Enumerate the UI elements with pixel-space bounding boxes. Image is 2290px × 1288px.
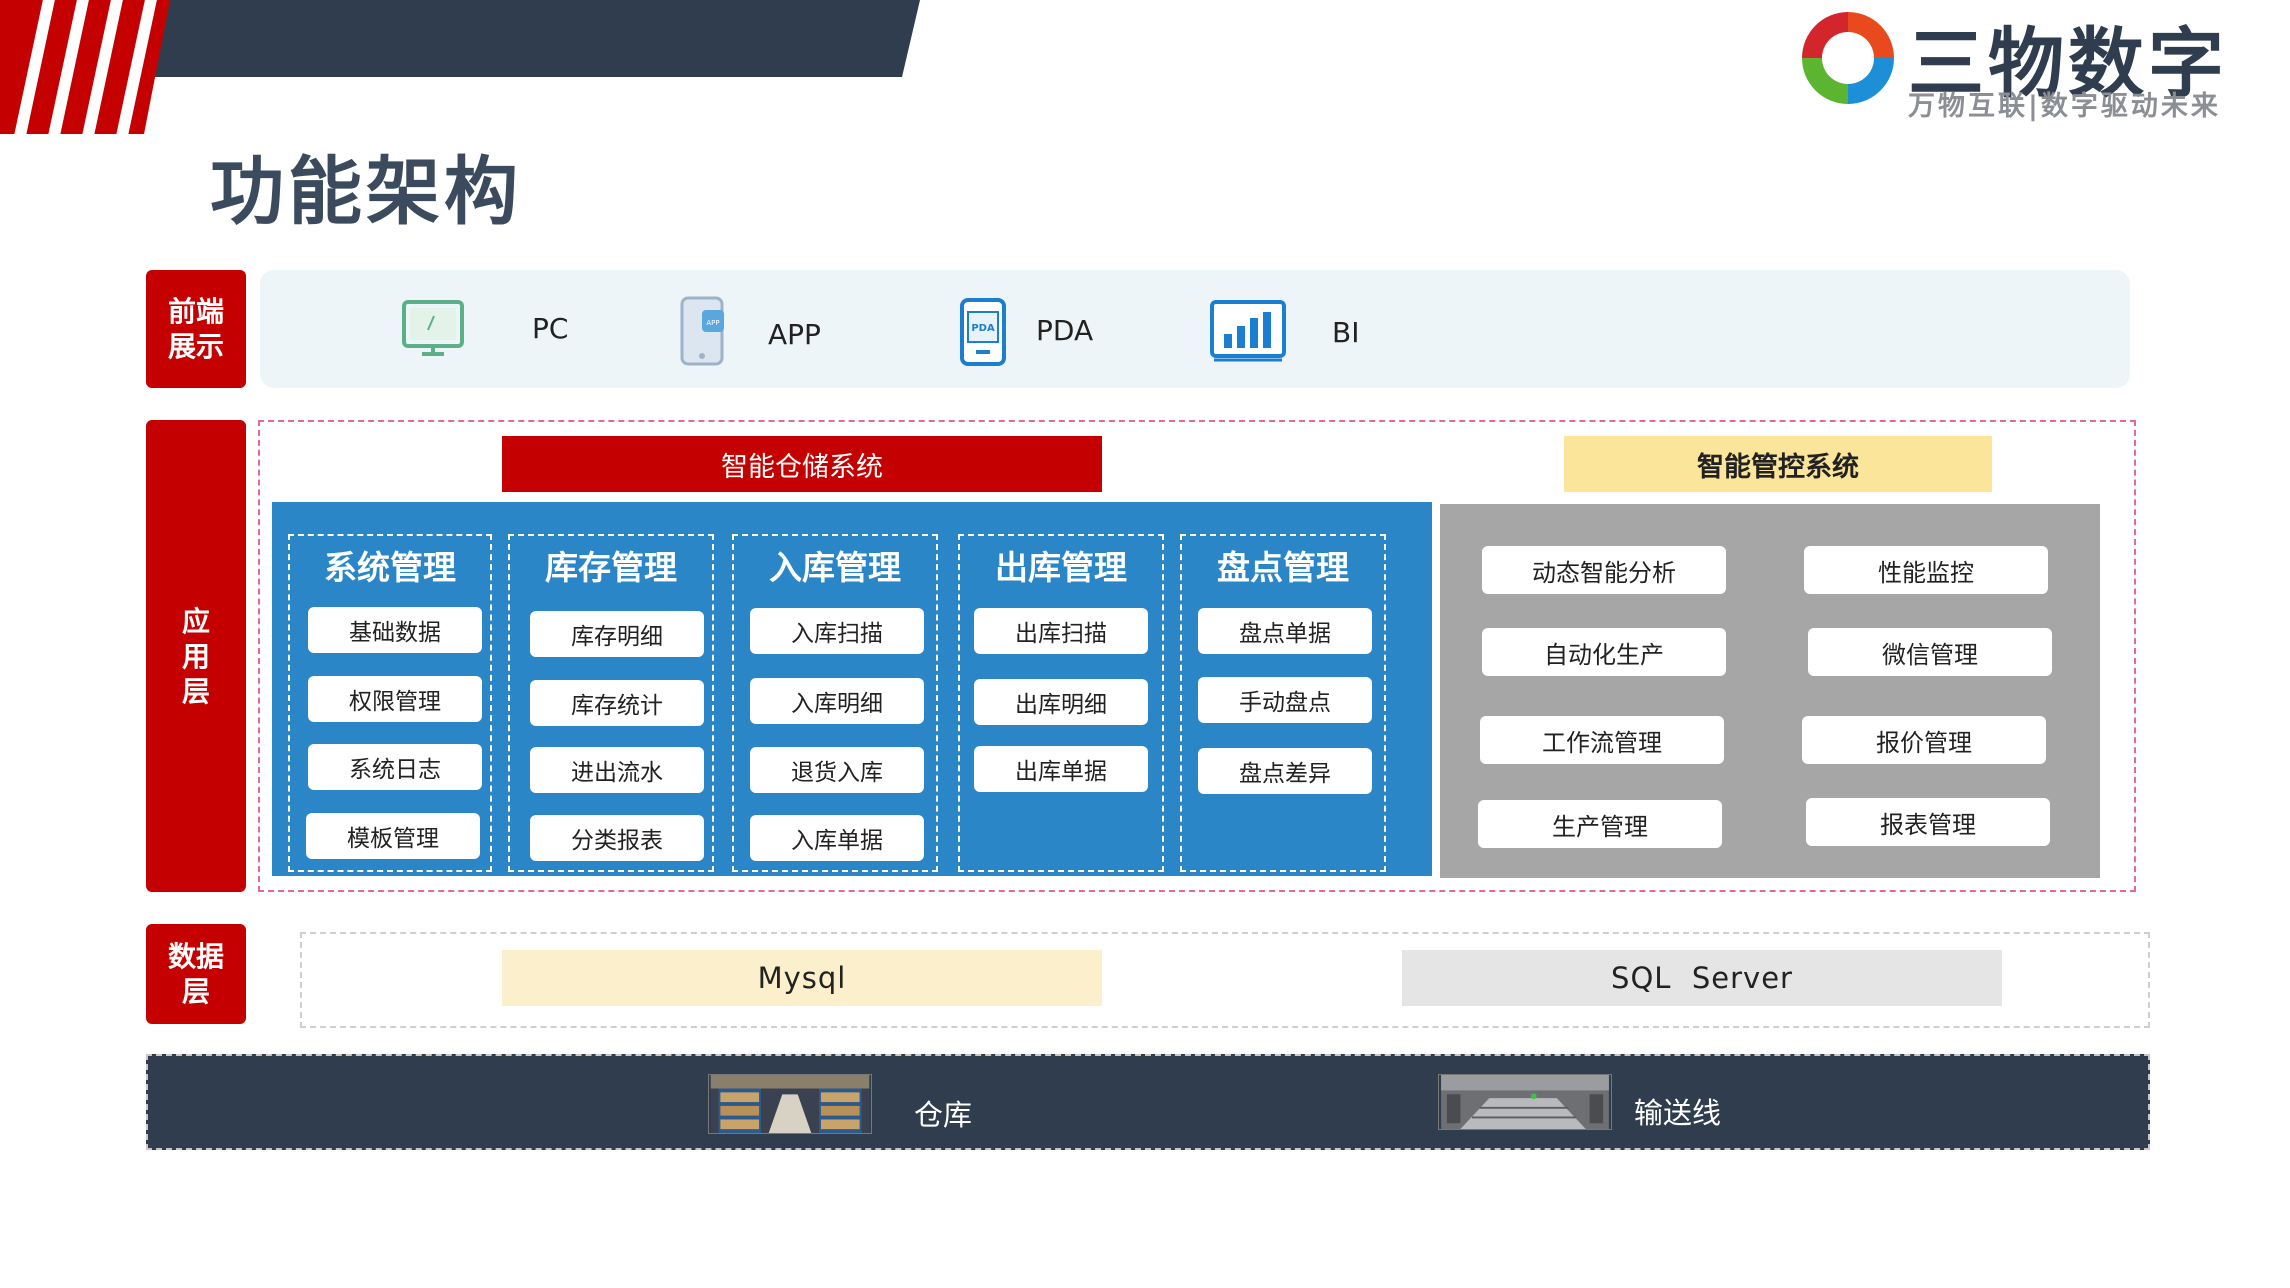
- database-sqlserver-label: SQL Server: [1611, 961, 1793, 995]
- module-item[interactable]: 入库扫描: [750, 608, 924, 654]
- front-end-label-bi: BI: [1332, 316, 1360, 349]
- pda-device-icon: PDA: [960, 298, 1006, 366]
- layer-label-data: 数据层: [146, 924, 246, 1024]
- control-system-title: 智能管控系统: [1564, 436, 1992, 492]
- control-item[interactable]: 自动化生产: [1482, 628, 1726, 676]
- database-sqlserver: SQL Server: [1402, 950, 2002, 1006]
- page-title: 功能架构: [210, 149, 522, 235]
- module-title-inbound: 入库管理: [769, 548, 901, 587]
- module-item[interactable]: 盘点差异: [1198, 748, 1372, 794]
- layer-label-front: 前端展示: [146, 270, 246, 388]
- module-title-outbound: 出库管理: [995, 548, 1127, 587]
- module-item[interactable]: 盘点单据: [1198, 608, 1372, 654]
- module-item[interactable]: 入库单据: [750, 815, 924, 861]
- module-item[interactable]: 基础数据: [308, 607, 482, 653]
- front-end-label-app: APP: [768, 318, 821, 351]
- infra-label-conveyor: 输送线: [1634, 1096, 1722, 1130]
- warehouse-photo: [708, 1074, 872, 1134]
- monitor-icon: [402, 300, 464, 356]
- phone-app-icon: APP: [680, 296, 724, 366]
- module-item[interactable]: 出库单据: [974, 746, 1148, 792]
- module-item[interactable]: 入库明细: [750, 678, 924, 724]
- module-item[interactable]: 手动盘点: [1198, 677, 1372, 723]
- layer-label-app-text: 应用层: [181, 604, 210, 708]
- control-item[interactable]: 报表管理: [1806, 798, 2050, 846]
- logo-slogan: 万物互联|数字驱动未来: [1908, 91, 2221, 122]
- control-item[interactable]: 工作流管理: [1480, 716, 1724, 764]
- control-item[interactable]: 报价管理: [1802, 716, 2046, 764]
- front-end-label-pc: PC: [532, 312, 569, 345]
- module-item[interactable]: 进出流水: [530, 747, 704, 793]
- control-item[interactable]: 微信管理: [1808, 628, 2052, 676]
- svg-text:APP: APP: [706, 319, 719, 327]
- svg-text:PDA: PDA: [971, 323, 995, 334]
- module-item[interactable]: 出库扫描: [974, 608, 1148, 654]
- layer-label-front-text: 前端展示: [167, 295, 224, 363]
- control-item[interactable]: 生产管理: [1478, 800, 1722, 848]
- module-item[interactable]: 库存明细: [530, 611, 704, 657]
- module-item[interactable]: 出库明细: [974, 679, 1148, 725]
- header-red-stripes: [0, 0, 170, 134]
- module-title-system: 系统管理: [324, 548, 456, 587]
- conveyor-photo: [1438, 1074, 1612, 1130]
- module-item[interactable]: 库存统计: [530, 680, 704, 726]
- module-item[interactable]: 系统日志: [308, 744, 482, 790]
- layer-label-data-text: 数据层: [167, 940, 224, 1008]
- module-item[interactable]: 权限管理: [308, 676, 482, 722]
- warehouse-system-title: 智能仓储系统: [502, 436, 1102, 492]
- logo-swirl-icon: [1802, 12, 1894, 104]
- module-title-inventory: 库存管理: [545, 548, 677, 587]
- module-item[interactable]: 退货入库: [750, 747, 924, 793]
- database-mysql: Mysql: [502, 950, 1102, 1006]
- front-end-label-pda: PDA: [1036, 314, 1094, 347]
- module-item[interactable]: 模板管理: [306, 813, 480, 859]
- infra-label-warehouse: 仓库: [914, 1098, 973, 1132]
- module-title-stocktake: 盘点管理: [1217, 548, 1349, 587]
- control-item[interactable]: 动态智能分析: [1482, 546, 1726, 594]
- layer-label-app: 应用层: [146, 420, 246, 892]
- module-item[interactable]: 分类报表: [530, 815, 704, 861]
- infrastructure-bar: [146, 1054, 2150, 1150]
- control-item[interactable]: 性能监控: [1804, 546, 2048, 594]
- bar-chart-icon: [1210, 300, 1286, 362]
